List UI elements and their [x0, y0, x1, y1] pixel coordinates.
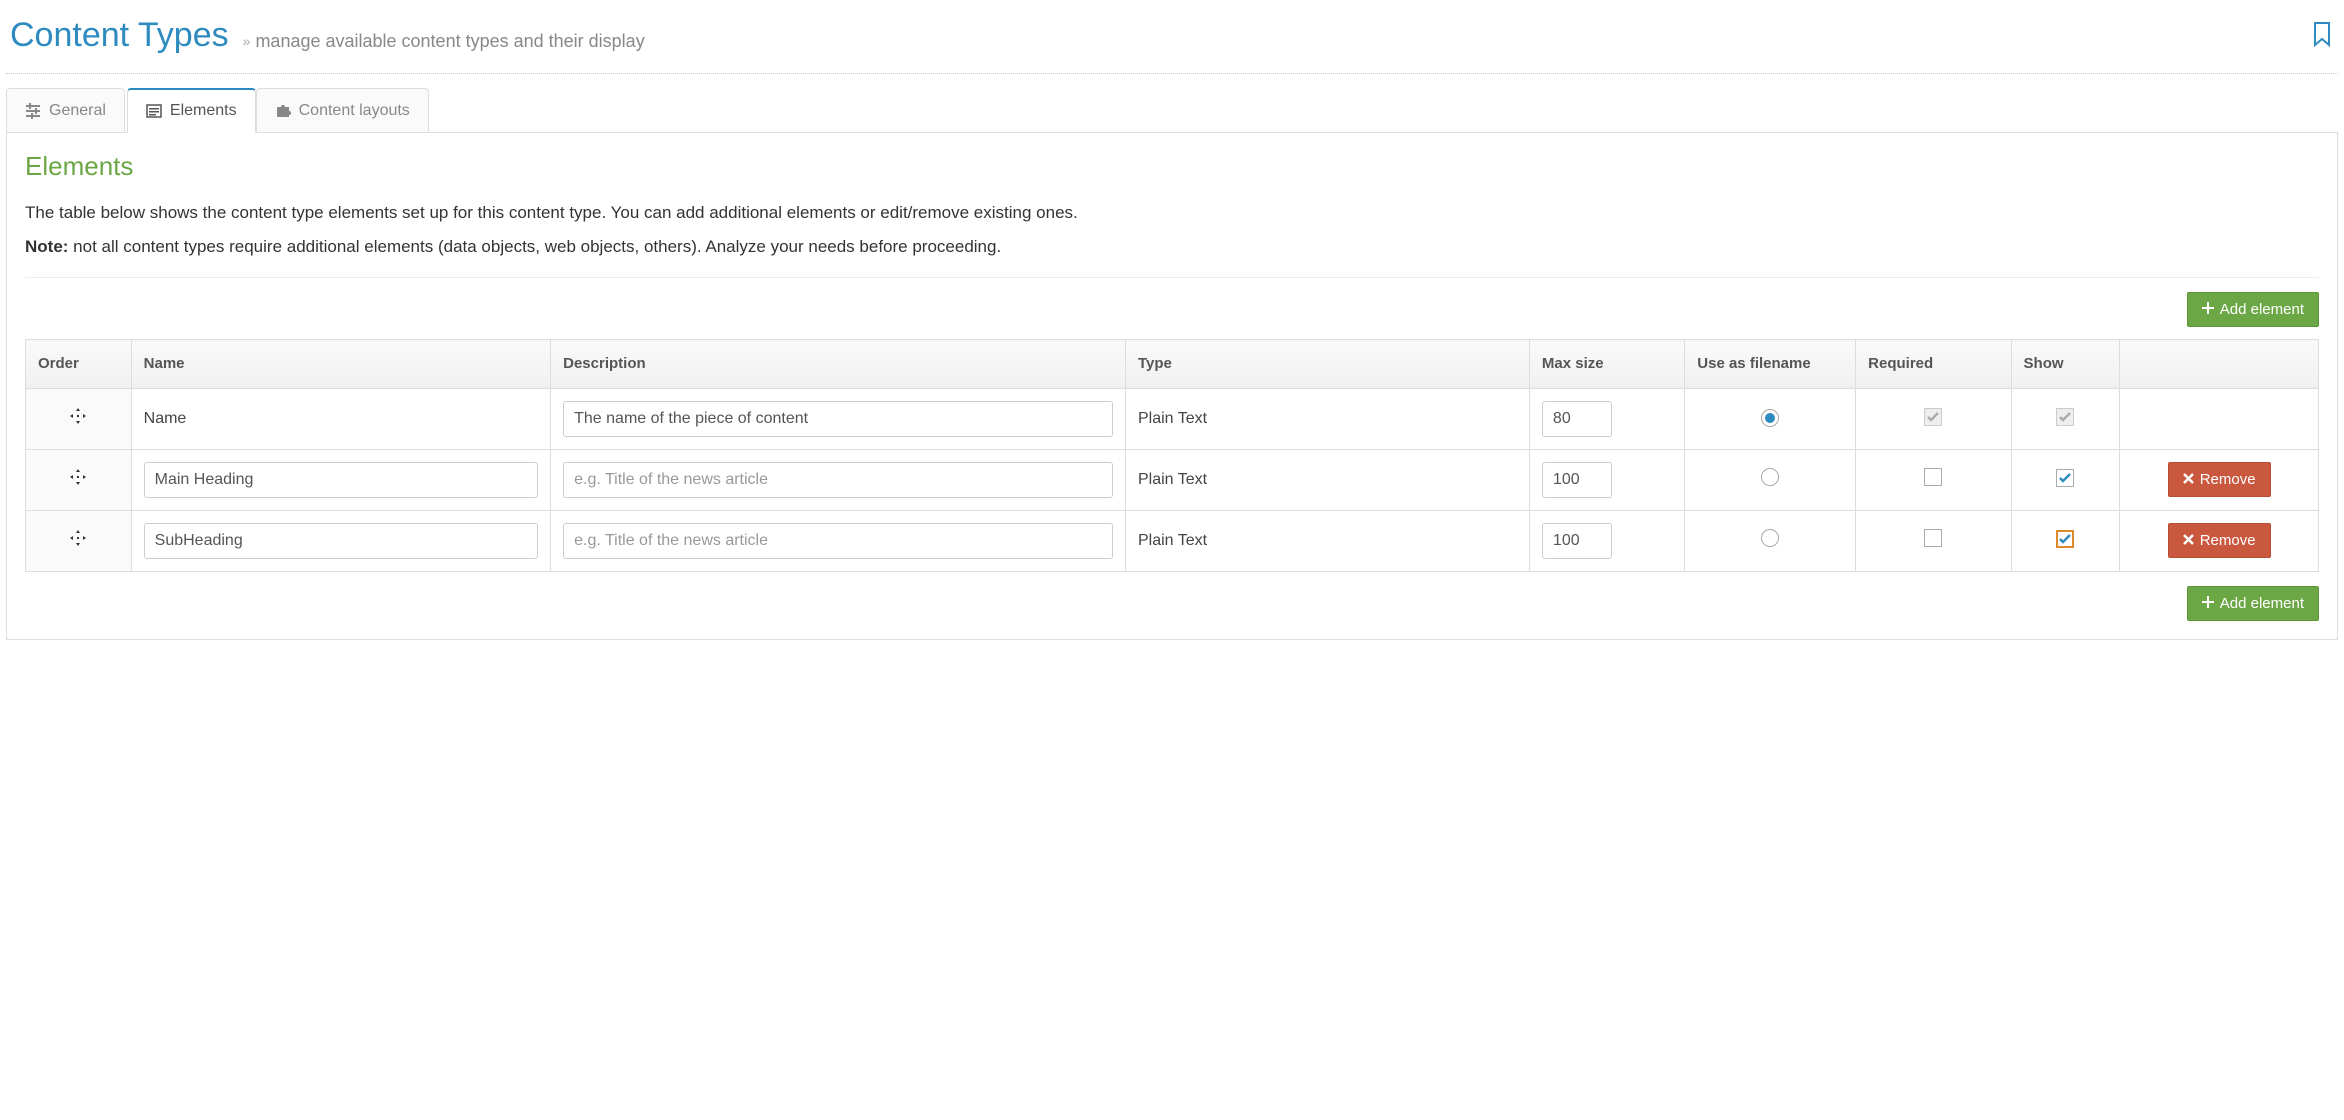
intro-note-label: Note:	[25, 237, 68, 256]
divider	[25, 277, 2319, 278]
button-label: Remove	[2200, 471, 2256, 488]
tabs: General Elements Content layouts	[6, 88, 2338, 133]
intro-line1: The table below shows the content type e…	[25, 200, 2319, 226]
maxsize-input[interactable]	[1542, 401, 1612, 437]
description-input[interactable]	[563, 462, 1113, 498]
name-label: Name	[144, 410, 187, 427]
section-title: Elements	[25, 151, 2319, 182]
move-icon[interactable]	[70, 408, 86, 429]
use-as-filename-radio[interactable]	[1761, 409, 1779, 427]
puzzle-icon	[275, 103, 291, 119]
toolbar-top: Add element	[25, 292, 2319, 327]
header-left: Content Types » manage available content…	[10, 16, 645, 55]
page-subtitle: » manage available content types and the…	[243, 31, 645, 52]
chevron-double-right-icon: »	[243, 33, 248, 49]
required-checkbox[interactable]	[1924, 468, 1942, 486]
maxsize-input[interactable]	[1542, 523, 1612, 559]
button-label: Remove	[2200, 532, 2256, 549]
move-icon[interactable]	[70, 469, 86, 490]
th-order: Order	[26, 340, 132, 389]
list-icon	[146, 103, 162, 119]
button-label: Add element	[2220, 301, 2304, 318]
show-checkbox[interactable]	[2056, 469, 2074, 487]
tab-label: Content layouts	[299, 102, 410, 120]
add-element-button-bottom[interactable]: Add element	[2187, 586, 2319, 621]
required-checkbox	[1924, 408, 1942, 426]
description-input[interactable]	[563, 523, 1113, 559]
tab-general[interactable]: General	[6, 88, 125, 132]
table-row: Plain Text Remove	[26, 449, 2319, 510]
name-input[interactable]	[144, 523, 538, 559]
subtitle-text: manage available content types and their…	[255, 31, 644, 52]
use-as-filename-radio[interactable]	[1761, 468, 1779, 486]
remove-button[interactable]: Remove	[2168, 523, 2271, 558]
add-element-button-top[interactable]: Add element	[2187, 292, 2319, 327]
table-row: Plain Text Remove	[26, 510, 2319, 571]
show-checkbox	[2056, 408, 2074, 426]
x-icon	[2183, 471, 2194, 488]
tab-elements[interactable]: Elements	[127, 88, 256, 133]
th-max-size: Max size	[1529, 340, 1684, 389]
table-row: Name Plain Text	[26, 388, 2319, 449]
use-as-filename-radio[interactable]	[1761, 529, 1779, 547]
toolbar-bottom: Add element	[25, 586, 2319, 621]
maxsize-input[interactable]	[1542, 462, 1612, 498]
intro-note-text: not all content types require additional…	[68, 237, 1001, 256]
th-required: Required	[1856, 340, 2011, 389]
tab-panel: Elements The table below shows the conte…	[6, 133, 2338, 640]
table-header-row: Order Name Description Type Max size Use…	[26, 340, 2319, 389]
plus-icon	[2202, 301, 2214, 318]
page-title: Content Types	[10, 16, 229, 55]
th-actions	[2120, 340, 2319, 389]
th-type: Type	[1125, 340, 1529, 389]
description-input[interactable]	[563, 401, 1113, 437]
th-show: Show	[2011, 340, 2120, 389]
tab-label: General	[49, 102, 106, 120]
elements-table: Order Name Description Type Max size Use…	[25, 339, 2319, 572]
tab-label: Elements	[170, 102, 237, 120]
show-checkbox[interactable]	[2056, 530, 2074, 548]
button-label: Add element	[2220, 595, 2304, 612]
sliders-icon	[25, 103, 41, 119]
tab-content-layouts[interactable]: Content layouts	[256, 88, 429, 132]
page-header: Content Types » manage available content…	[6, 6, 2338, 74]
move-icon[interactable]	[70, 530, 86, 551]
bookmark-icon[interactable]	[2310, 20, 2334, 51]
plus-icon	[2202, 595, 2214, 612]
remove-button[interactable]: Remove	[2168, 462, 2271, 497]
th-description: Description	[551, 340, 1126, 389]
type-label: Plain Text	[1138, 532, 1207, 549]
intro-note: Note: not all content types require addi…	[25, 234, 2319, 260]
name-input[interactable]	[144, 462, 538, 498]
type-label: Plain Text	[1138, 410, 1207, 427]
th-name: Name	[131, 340, 550, 389]
th-use-as-filename: Use as filename	[1685, 340, 1856, 389]
x-icon	[2183, 532, 2194, 549]
required-checkbox[interactable]	[1924, 529, 1942, 547]
type-label: Plain Text	[1138, 471, 1207, 488]
